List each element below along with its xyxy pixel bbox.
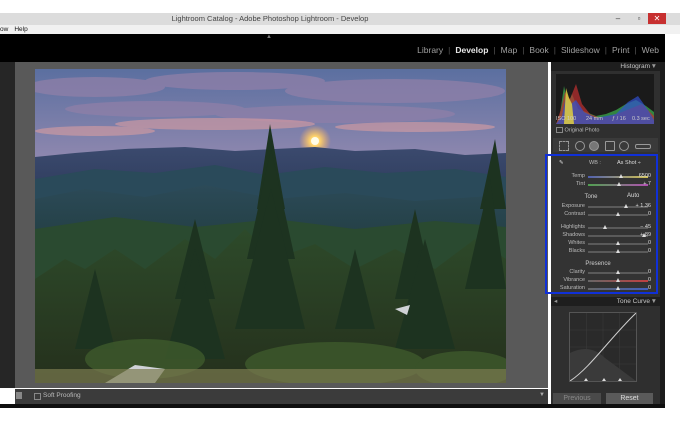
graduated-filter-icon[interactable] (605, 141, 615, 151)
panel-collapse-icon[interactable]: ▼ (651, 62, 657, 71)
original-photo[interactable]: Original Photo (556, 127, 599, 133)
original-photo-label: Original Photo (564, 127, 600, 134)
crop-icon[interactable] (559, 141, 569, 151)
menu-help[interactable]: Help (14, 26, 27, 33)
soft-proofing-label: Soft Proofing (43, 392, 81, 399)
window-title: Lightroom Catalog - Adobe Photoshop Ligh… (171, 14, 369, 23)
tone-curve-header[interactable]: ◂ Tone Curve ▼ (551, 297, 660, 306)
menu-window[interactable]: ow (0, 26, 8, 33)
close-icon[interactable]: ✕ (648, 13, 666, 24)
iso-value: ISO 100 (556, 116, 577, 122)
module-separator: | (553, 45, 556, 55)
view-mode-icon[interactable] (16, 392, 22, 399)
module-separator: | (634, 45, 637, 55)
selection-highlight-box (545, 154, 658, 294)
module-map[interactable]: Map (501, 45, 518, 55)
photo-preview[interactable] (35, 69, 506, 383)
left-panel-collapsed[interactable] (0, 62, 15, 388)
menu-bar: ow Help (0, 25, 680, 34)
previous-button[interactable]: Previous (553, 393, 601, 404)
right-panel-edge[interactable] (660, 62, 665, 404)
histogram-header[interactable]: Histogram ▼ (551, 62, 660, 71)
bottom-toolbar: Soft Proofing ▼ (15, 389, 548, 404)
module-develop[interactable]: Develop (455, 45, 488, 55)
module-list: Library | Develop | Map | Book | Slideshow | Print… (417, 45, 659, 55)
aperture: ƒ / 16 (612, 116, 626, 122)
target-adjust-icon[interactable]: ◂ (554, 297, 557, 306)
soft-proofing-checkbox[interactable] (34, 393, 41, 400)
tone-curve-title: Tone Curve (616, 298, 650, 305)
reset-button[interactable]: Reset (606, 393, 653, 404)
minimize-icon[interactable]: – (612, 13, 624, 24)
shutter-speed: 0.3 sec (632, 116, 650, 122)
original-photo-icon (556, 127, 563, 133)
spot-removal-icon[interactable] (575, 141, 585, 151)
module-separator: | (522, 45, 525, 55)
module-separator: | (448, 45, 451, 55)
bottom-edge (0, 404, 665, 408)
toolbar-menu-icon[interactable]: ▼ (539, 392, 545, 398)
title-bar: Lightroom Catalog - Adobe Photoshop Ligh… (0, 13, 680, 25)
focal-length: 24 mm (586, 116, 603, 122)
radial-filter-icon[interactable] (619, 141, 629, 151)
tone-curve-collapse-icon[interactable]: ▼ (651, 297, 657, 306)
module-print[interactable]: Print (612, 45, 629, 55)
module-picker: ▲ Library | Develop | Map | Book | Slideshow | Pri… (0, 34, 665, 62)
module-slideshow[interactable]: Slideshow (561, 45, 600, 55)
module-book[interactable]: Book (529, 45, 548, 55)
tone-curve-graph[interactable] (569, 312, 637, 382)
module-web[interactable]: Web (642, 45, 659, 55)
adjustment-brush-icon[interactable] (635, 144, 651, 149)
red-eye-icon[interactable] (589, 141, 599, 151)
module-separator: | (604, 45, 607, 55)
tool-strip (553, 138, 658, 152)
histogram-title: Histogram (620, 63, 650, 70)
module-separator: | (493, 45, 496, 55)
collapse-top-icon[interactable]: ▲ (266, 34, 272, 40)
module-library[interactable]: Library (417, 45, 443, 55)
restore-icon[interactable]: ▫ (633, 13, 645, 24)
